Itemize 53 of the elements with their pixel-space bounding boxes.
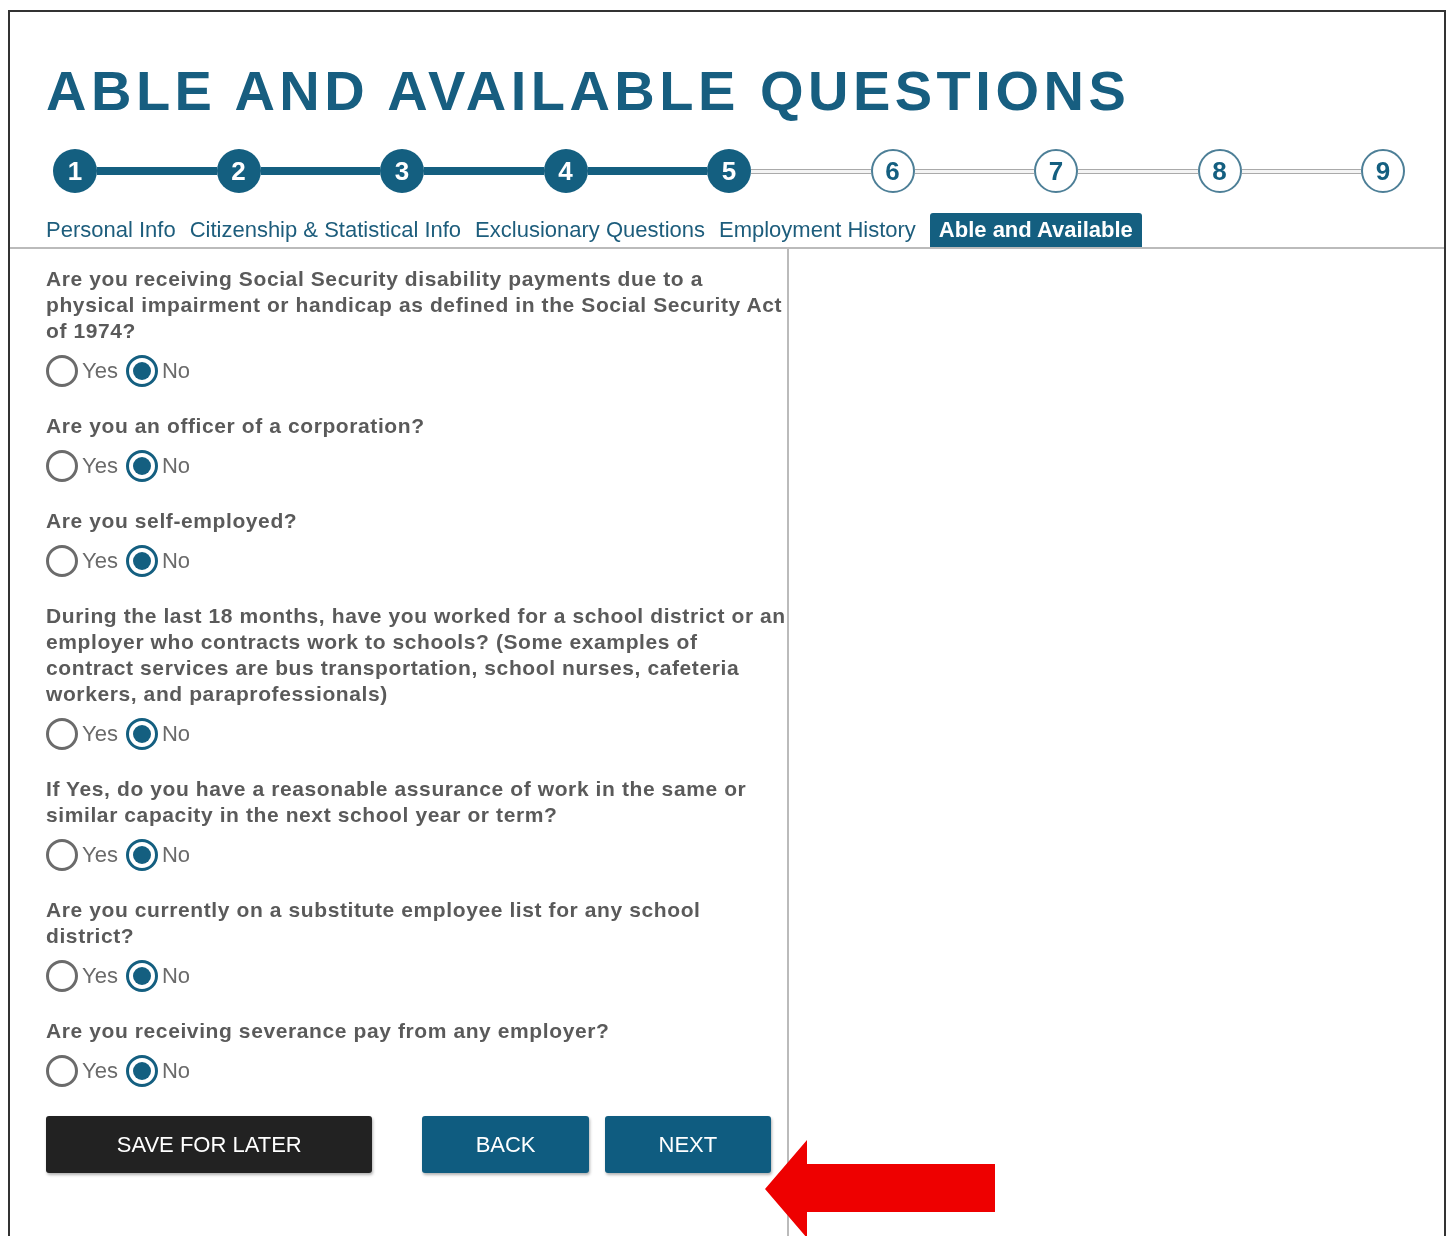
question-text: Are you receiving Social Security disability payments due to a physical impairment or handicap as defined in the Social Security Act of 1974? [46,266,784,344]
radio-button[interactable] [46,718,78,750]
question-text: Are you currently on a substitute employee list for any school district? [46,897,702,949]
step-indicator: 6 [870,149,915,193]
radio-button[interactable] [125,355,158,387]
step-tab[interactable]: Citizenship & Statistical Info [189,213,462,247]
question-text: If Yes, do you have a reasonable assurance of work in the same or similar capacity in the next school year or term? [46,776,748,828]
radio-button[interactable] [46,839,78,871]
option-label: Yes [82,548,118,574]
radio-button[interactable] [125,839,158,871]
option-label: No [161,358,190,384]
option-label: Yes [82,842,118,868]
radio-button[interactable] [125,545,158,577]
step-indicator: 7 [1034,149,1078,193]
question-text: During the last 18 months, have you worked for a school district or an employer who contracts work to schools? (Some examples of contract services are bus transportation, school nurses, cafeteria workers, and paraprofessionals) [46,603,786,707]
step-tab[interactable]: Employment History [719,213,916,247]
radio-button[interactable] [125,960,158,992]
option-label: Yes [82,721,118,747]
option-label: No [161,453,190,479]
step-tab[interactable]: Able and Available [929,213,1142,247]
nav-button[interactable]: NEXT [604,1116,771,1173]
page-title: ABLE AND AVAILABLE QUESTIONS [46,58,1132,124]
step-indicator: 3 [380,149,424,193]
step-indicator: 9 [1361,149,1405,193]
radio-button[interactable] [125,1055,158,1087]
step-indicator: 4 [543,149,588,193]
option-label: No [161,963,190,989]
step-indicator: 8 [1197,149,1242,193]
option-label: No [161,842,190,868]
radio-button[interactable] [125,450,158,482]
radio-button[interactable] [125,718,158,750]
option-label: Yes [82,453,118,479]
step-indicator: 1 [53,149,97,193]
save-button[interactable]: SAVE FOR LATER [46,1116,373,1173]
option-label: Yes [82,358,118,384]
radio-button[interactable] [46,545,78,577]
nav-button[interactable]: BACK [422,1116,589,1173]
option-label: No [161,721,190,747]
step-indicator: 5 [707,149,751,193]
radio-button[interactable] [46,960,78,992]
option-label: Yes [82,963,118,989]
option-label: No [161,1058,190,1084]
question-text: Are you an officer of a corporation? [46,413,426,439]
step-indicator: 2 [216,149,261,193]
radio-button[interactable] [46,450,78,482]
option-label: No [161,548,190,574]
step-tab[interactable]: Exclusionary Questions [475,213,705,247]
radio-button[interactable] [46,355,78,387]
step-tab[interactable]: Personal Info [46,213,176,247]
option-label: Yes [82,1058,118,1084]
question-text: Are you receiving severance pay from any employer? [46,1018,611,1044]
radio-button[interactable] [46,1055,78,1087]
question-text: Are you self-employed? [46,508,299,534]
